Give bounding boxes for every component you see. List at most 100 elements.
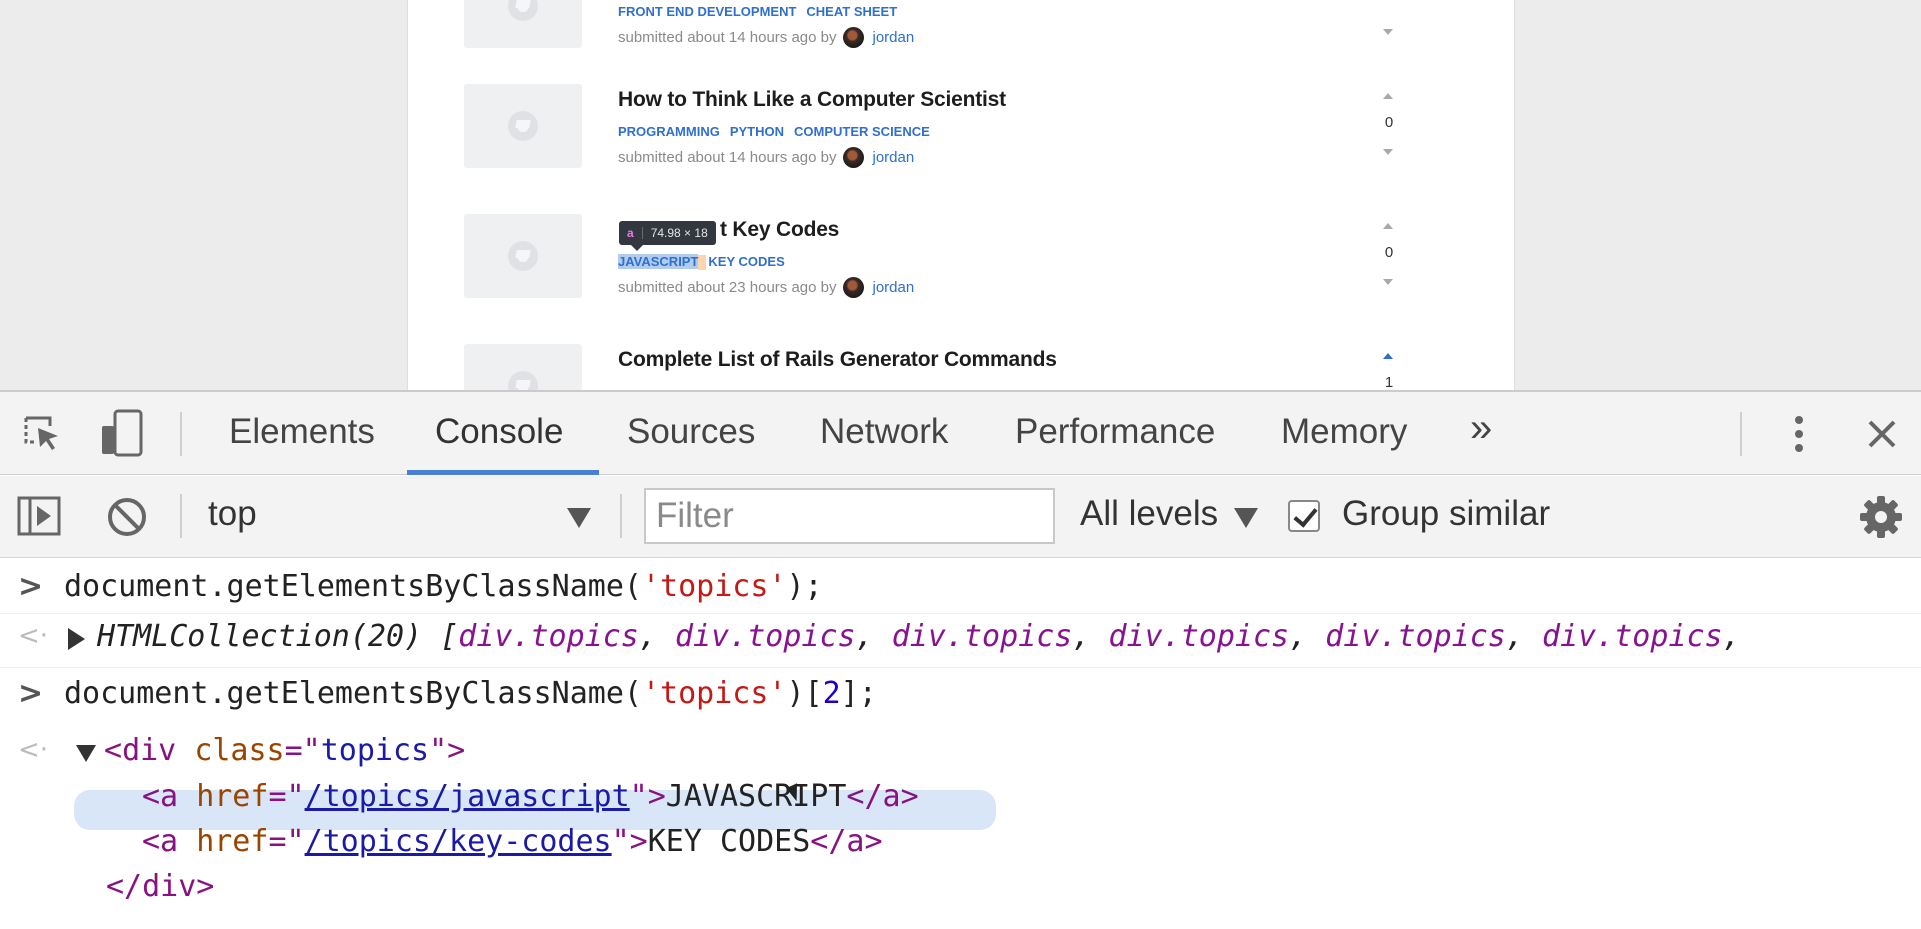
submitted-text: submitted about 23 hours ago by xyxy=(618,279,837,296)
divider xyxy=(0,667,1921,668)
tag-link[interactable]: KEY CODES xyxy=(708,254,784,269)
console-input-line[interactable]: > document.getElementsByClassName('topic… xyxy=(0,567,1921,611)
avatar[interactable] xyxy=(843,27,865,48)
highlight-padding xyxy=(698,255,707,271)
collection-item: div.topics xyxy=(1325,619,1506,654)
href-link[interactable]: /topics/javascript xyxy=(305,779,630,814)
graduation-cap-icon xyxy=(508,241,538,271)
filter-input[interactable] xyxy=(644,488,1055,544)
tab-console[interactable]: Console xyxy=(435,412,563,452)
tag-link[interactable]: CHEAT SHEET xyxy=(806,4,897,19)
code-text: ]; xyxy=(840,676,877,711)
attr-value: topics xyxy=(320,733,430,768)
close-icon[interactable] xyxy=(1862,414,1902,454)
dropdown-arrow-icon[interactable] xyxy=(1234,508,1258,528)
collection-item: div.topics xyxy=(891,619,1073,654)
return-arrow-icon: <· xyxy=(18,735,49,765)
post-title[interactable]: Complete List of Rails Generator Command… xyxy=(618,348,1057,372)
collection-preview[interactable]: HTMLCollection(20) [div.topics, div.topi… xyxy=(97,619,1741,654)
upvote-arrow-icon[interactable] xyxy=(1383,223,1393,229)
post-title[interactable]: How to Think Like a Computer Scientist xyxy=(618,88,1006,112)
tag-link[interactable]: COMPUTER SCIENCE xyxy=(794,124,930,139)
graduation-cap-icon xyxy=(508,0,538,21)
tab-memory[interactable]: Memory xyxy=(1281,412,1407,452)
tab-sources[interactable]: Sources xyxy=(627,412,755,452)
collection-item: div.topics xyxy=(458,619,639,654)
avatar[interactable] xyxy=(843,147,865,168)
vote-widget: 0 xyxy=(1377,84,1401,168)
tab-performance[interactable]: Performance xyxy=(1015,412,1215,452)
clear-console-icon[interactable] xyxy=(104,494,150,540)
avatar[interactable] xyxy=(843,277,865,298)
divider xyxy=(0,613,1921,614)
collection-item: div.topics xyxy=(674,619,856,654)
post-thumbnail[interactable] xyxy=(464,214,582,298)
author-link[interactable]: jordan xyxy=(872,279,914,296)
group-similar-checkbox[interactable] xyxy=(1288,500,1320,532)
collapse-triangle-icon[interactable] xyxy=(76,745,96,762)
divider xyxy=(620,494,622,538)
href-link[interactable]: /topics/key-codes xyxy=(305,824,612,859)
code-string: 'topics' xyxy=(641,569,787,604)
page-viewport: FRONT END DEVELOPMENT CHEAT SHEET submitt… xyxy=(0,0,1921,390)
vote-widget xyxy=(1377,0,1401,48)
vote-count: 0 xyxy=(1384,244,1394,261)
group-similar-label: Group similar xyxy=(1342,494,1551,533)
downvote-arrow-icon[interactable] xyxy=(1383,29,1393,35)
post-thumbnail[interactable] xyxy=(464,84,582,168)
post-title[interactable]: t Key Codes xyxy=(720,218,839,242)
post-item: Complete List of Rails Generator Command… xyxy=(464,344,1424,390)
post-tags: FRONT END DEVELOPMENT CHEAT SHEET xyxy=(618,4,907,19)
attr-name: class xyxy=(194,733,285,768)
dropdown-arrow-icon[interactable] xyxy=(567,508,591,528)
dom-node-line[interactable]: <· <div class="topics"> xyxy=(0,731,1921,771)
tag-link[interactable]: PYTHON xyxy=(730,124,784,139)
device-toolbar-icon[interactable] xyxy=(98,407,146,459)
submitted-text: submitted about 14 hours ago by xyxy=(618,149,837,166)
console-toolbar: top All levels Group similar xyxy=(0,476,1921,558)
collection-item: div.topics xyxy=(1541,619,1723,654)
tag-link[interactable]: PROGRAMMING xyxy=(618,124,720,139)
collection-item: div.topics xyxy=(1108,619,1290,654)
anchor-text: KEY CODES xyxy=(647,824,811,859)
dom-open-tag[interactable]: <div class="topics"> xyxy=(104,733,465,768)
inspect-tooltip: a 74.98 × 18 xyxy=(619,221,716,251)
more-options-icon[interactable] xyxy=(1784,412,1814,456)
dom-node-line[interactable]: </div> xyxy=(0,867,1921,907)
console-result-line[interactable]: <· HTMLCollection(20) [div.topics, div.t… xyxy=(0,617,1921,661)
post-meta: submitted about 14 hours ago by jordan xyxy=(618,27,914,48)
dom-node-line[interactable]: <a href="/topics/key-codes">KEY CODES</a… xyxy=(0,822,1921,862)
author-link[interactable]: jordan xyxy=(872,149,914,166)
more-tabs-chevron-icon[interactable]: » xyxy=(1470,406,1492,451)
downvote-arrow-icon[interactable] xyxy=(1383,149,1393,155)
active-tab-indicator xyxy=(407,470,599,475)
code-text: document.getElementsByClassName( xyxy=(64,569,642,604)
gear-icon[interactable] xyxy=(1858,494,1904,540)
divider xyxy=(641,227,643,239)
console-sidebar-icon[interactable] xyxy=(16,494,62,538)
devtools-panel: Elements Console Sources Network Perform… xyxy=(0,390,1921,929)
console-input-line[interactable]: > document.getElementsByClassName('topic… xyxy=(0,674,1921,718)
dom-node-line[interactable]: <a href="/topics/javascript">JAVASCRIPT<… xyxy=(0,777,1921,817)
tag-link-highlighted[interactable]: JAVASCRIPT xyxy=(618,254,699,269)
post-thumbnail[interactable] xyxy=(464,0,582,48)
post-tags: PROGRAMMING PYTHON COMPUTER SCIENCE xyxy=(618,124,940,139)
vote-widget: 0 xyxy=(1377,214,1401,298)
post-thumbnail[interactable] xyxy=(464,344,582,390)
console-command[interactable]: document.getElementsByClassName('topics'… xyxy=(64,676,877,711)
prompt-chevron-icon: > xyxy=(18,569,44,604)
tab-network[interactable]: Network xyxy=(820,412,948,452)
upvote-arrow-icon[interactable] xyxy=(1383,353,1393,359)
downvote-arrow-icon[interactable] xyxy=(1383,279,1393,285)
inspect-element-icon[interactable] xyxy=(18,410,64,456)
tab-elements[interactable]: Elements xyxy=(229,412,375,452)
tag-link[interactable]: FRONT END DEVELOPMENT xyxy=(618,4,796,19)
author-link[interactable]: jordan xyxy=(872,29,914,46)
context-selector[interactable]: top xyxy=(208,494,257,534)
expand-triangle-icon[interactable] xyxy=(68,628,85,650)
log-levels-dropdown[interactable]: All levels xyxy=(1080,494,1218,534)
upvote-arrow-icon[interactable] xyxy=(1383,93,1393,99)
post-tags: JAVASCRIPT KEY CODES xyxy=(618,254,795,271)
console-command[interactable]: document.getElementsByClassName('topics'… xyxy=(64,569,823,604)
dom-anchor-element[interactable]: <a href="/topics/key-codes">KEY CODES</a… xyxy=(142,824,883,859)
